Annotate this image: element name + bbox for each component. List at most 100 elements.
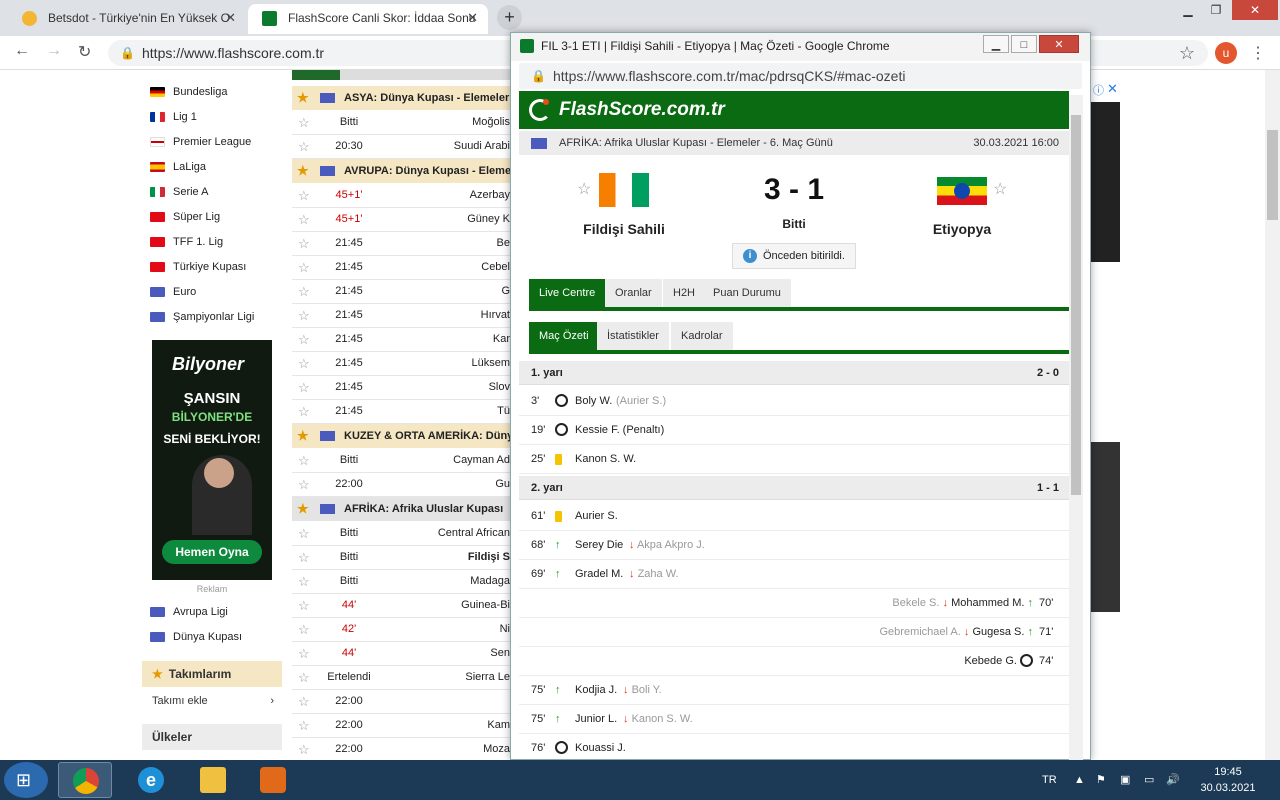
match-row[interactable]: ☆ 21:45 Cebel xyxy=(292,256,512,280)
favorite-star-icon[interactable]: ☆ xyxy=(298,376,310,399)
popup-scrollbar[interactable] xyxy=(1069,95,1083,761)
tray-app-icon[interactable]: ▣ xyxy=(1120,760,1130,800)
league-group-header[interactable]: ★ AFRİKA: Afrika Uluslar Kupası xyxy=(292,497,512,521)
player-name[interactable]: Junior L. xyxy=(575,705,617,734)
sidebar-item-sampiyonlar-ligi[interactable]: Şampiyonlar Ligi xyxy=(150,305,254,330)
close-tab-icon[interactable]: ✕ xyxy=(225,4,236,32)
favorite-star-icon[interactable]: ☆ xyxy=(298,304,310,327)
tab-betsdot[interactable]: Betsdot - Türkiye'nin En Yüksek O ✕ xyxy=(8,4,246,34)
tab-live-centre[interactable]: Live Centre xyxy=(529,279,606,307)
match-row[interactable]: ☆ 21:45 Hırvat xyxy=(292,304,512,328)
favorite-star-icon[interactable]: ☆ xyxy=(298,449,310,472)
sidebar-item-euro[interactable]: Euro xyxy=(150,280,196,305)
popup-minimize-button[interactable]: ▁ xyxy=(983,35,1009,53)
start-button[interactable]: ⊞ xyxy=(4,762,48,798)
favorite-star-icon[interactable]: ☆ xyxy=(298,473,310,496)
league-group-header[interactable]: ★ ASYA: Dünya Kupası - Elemeler xyxy=(292,86,512,110)
player-name[interactable]: Kanon S. W. xyxy=(575,445,636,474)
taskbar-explorer[interactable] xyxy=(186,762,240,798)
tab-kadrolar[interactable]: Kadrolar xyxy=(671,322,733,350)
match-row[interactable]: ☆ 22:00 Kam xyxy=(292,714,512,738)
close-tab-icon[interactable]: ✕ xyxy=(467,4,478,32)
match-row[interactable]: ☆ 45+1' Azerbay xyxy=(292,184,512,208)
match-row[interactable]: ☆ 21:45 Be xyxy=(292,232,512,256)
favorite-star-icon[interactable]: ☆ xyxy=(298,256,310,279)
player-out-name[interactable]: Gebremichael A. xyxy=(880,626,961,638)
action-center-icon[interactable]: ⚑ xyxy=(1096,760,1106,800)
favorite-star-icon[interactable]: ☆ xyxy=(298,570,310,593)
favorite-star-icon[interactable]: ☆ xyxy=(298,184,310,207)
taskbar-media[interactable] xyxy=(246,762,300,798)
tab-flashscore[interactable]: FlashScore Canli Skor: İddaa Sonu ✕ xyxy=(248,4,488,34)
match-row[interactable]: ☆ 21:45 Lüksem xyxy=(292,352,512,376)
ad-info-icon[interactable]: ⓘ xyxy=(1093,82,1104,98)
tab-h2h[interactable]: H2H xyxy=(663,279,706,307)
favorite-star-icon[interactable]: ☆ xyxy=(298,618,310,641)
match-row[interactable]: ☆ 42' Ni xyxy=(292,618,512,642)
tab-mac-ozeti[interactable]: Maç Özeti xyxy=(529,322,599,350)
favorite-star-icon[interactable]: ☆ xyxy=(298,352,310,375)
bilyoner-ad-banner[interactable]: Bilyoner ŞANSIN BİLYONER'DE SENİ BEKLİYO… xyxy=(152,340,272,580)
player-name[interactable]: Kodjia J. xyxy=(575,676,617,705)
add-team-link[interactable]: Takımı ekle › xyxy=(142,688,282,714)
forward-icon[interactable]: → xyxy=(46,42,62,60)
match-row[interactable]: ☆ 45+1' Güney K xyxy=(292,208,512,232)
home-team-name[interactable]: Fildişi Sahili xyxy=(549,221,699,237)
favorite-star-icon[interactable]: ☆ xyxy=(298,400,310,423)
player-name[interactable]: Boly W. xyxy=(575,387,612,416)
favorite-star-icon[interactable]: ☆ xyxy=(298,738,310,760)
player-out-name[interactable]: Bekele S. xyxy=(892,597,939,609)
scrollbar-thumb[interactable] xyxy=(1071,115,1081,495)
competition-name[interactable]: AFRİKA: Afrika Uluslar Kupası - Elemeler… xyxy=(559,131,833,155)
taskbar-chrome[interactable] xyxy=(58,762,112,798)
ad-close-icon[interactable]: ✕ xyxy=(1107,81,1118,97)
network-icon[interactable]: ▭ xyxy=(1144,760,1154,800)
league-group-header[interactable]: ★ AVRUPA: Dünya Kupası - Elemeler xyxy=(292,159,512,183)
match-row[interactable]: ☆ Bitti Moğolis xyxy=(292,111,512,135)
favorite-star-icon[interactable]: ☆ xyxy=(298,642,310,665)
feed-tab-active[interactable] xyxy=(292,70,340,80)
favorite-star-icon[interactable]: ☆ xyxy=(298,280,310,303)
player-name[interactable]: Aurier S. xyxy=(575,502,618,531)
ad-cta-button[interactable]: Hemen Oyna xyxy=(162,540,262,564)
pin-star-icon[interactable]: ★ xyxy=(297,424,309,448)
tray-chevron-icon[interactable]: ▲ xyxy=(1074,760,1085,800)
match-row[interactable]: ☆ Bitti Central African xyxy=(292,522,512,546)
match-row[interactable]: ☆ Bitti Cayman Ad xyxy=(292,449,512,473)
match-row[interactable]: ☆ 44' Sen xyxy=(292,642,512,666)
match-row[interactable]: ☆ 22:00 xyxy=(292,690,512,714)
favorite-star-icon[interactable]: ☆ xyxy=(298,208,310,231)
scrollbar-thumb[interactable] xyxy=(1267,130,1278,220)
menu-icon[interactable]: ⋮ xyxy=(1250,43,1266,63)
player-name[interactable]: Kebede G. xyxy=(964,655,1017,667)
match-row[interactable]: ☆ 22:00 Gu xyxy=(292,473,512,497)
player-name[interactable]: Gradel M. xyxy=(575,560,623,589)
favorite-star-icon[interactable]: ☆ xyxy=(298,111,310,134)
match-row[interactable]: ☆ 22:00 Moza xyxy=(292,738,512,760)
new-tab-button[interactable]: + xyxy=(497,5,522,30)
player-name[interactable]: Mohammed M. xyxy=(951,597,1024,609)
league-group-header[interactable]: ★ KUZEY & ORTA AMERİKA: Dünya xyxy=(292,424,512,448)
player-out[interactable]: ↓ Kanon S. W. xyxy=(623,705,693,734)
volume-icon[interactable]: 🔊 xyxy=(1166,760,1180,800)
away-team-name[interactable]: Etiyopya xyxy=(887,221,1037,237)
language-indicator[interactable]: TR xyxy=(1042,760,1057,800)
back-icon[interactable]: ← xyxy=(14,42,30,60)
player-name[interactable]: Serey Die xyxy=(575,531,623,560)
bookmark-star-icon[interactable]: ☆ xyxy=(1179,43,1195,64)
player-name[interactable]: Gugesa S. xyxy=(972,626,1024,638)
sidebar-item-laliga[interactable]: LaLiga xyxy=(150,155,206,180)
match-row[interactable]: ☆ 44' Guinea-Bi xyxy=(292,594,512,618)
favorite-star-icon[interactable]: ☆ xyxy=(298,714,310,737)
favorite-star-icon[interactable]: ☆ xyxy=(298,594,310,617)
match-row[interactable]: ☆ 21:45 Kar xyxy=(292,328,512,352)
restore-button[interactable]: ❐ xyxy=(1203,0,1229,20)
sidebar-item-premier-league[interactable]: Premier League xyxy=(150,130,251,155)
tab-puan-durumu[interactable]: Puan Durumu xyxy=(703,279,791,307)
tab-oranlar[interactable]: Oranlar xyxy=(605,279,662,307)
match-row[interactable]: ☆ Bitti Madaga xyxy=(292,570,512,594)
player-name[interactable]: Kouassi J. xyxy=(575,734,626,763)
close-window-button[interactable]: ✕ xyxy=(1232,0,1278,20)
favorite-star-icon[interactable]: ☆ xyxy=(298,522,310,545)
sidebar-item-dunya-kupasi[interactable]: Dünya Kupası xyxy=(150,625,242,650)
